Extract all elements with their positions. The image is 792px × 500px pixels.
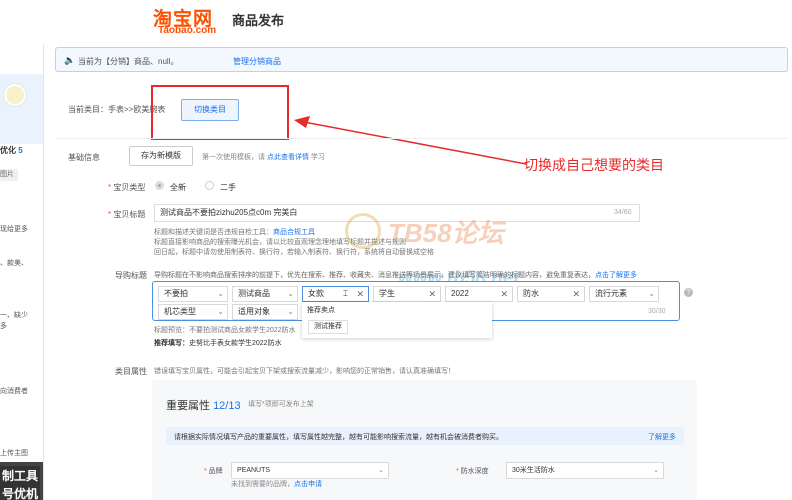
chevron-down-icon[interactable]: ⌄ (287, 287, 294, 301)
attributes-hint: 错误填写宝贝属性，可能会引起宝贝下架或搜索流量减少，影响您的正常销售，请认真准确… (154, 368, 455, 375)
radio-new-label: 全新 (170, 183, 186, 192)
sidebar-text-3: 一、缺少 (0, 312, 28, 319)
watermark-logo (345, 213, 381, 249)
title-char-count: 34/60 (614, 209, 632, 216)
help-icon[interactable]: ? (684, 288, 693, 297)
learn-more-link[interactable]: 点击了解更多 (595, 272, 637, 279)
chevron-down-icon[interactable]: ⌄ (648, 287, 655, 301)
clear-icon[interactable]: ✕ (428, 287, 436, 301)
dropdown-item[interactable]: 测试推荐 (308, 320, 348, 334)
template-detail-link[interactable]: 点此查看详情 (267, 154, 309, 161)
sidebar-text-2: 、款美、 (0, 260, 28, 267)
sidebar-text-5: 向消费者 (0, 388, 28, 395)
guide-title-help: 导购标题在不影响商品搜索排序的前提下，优先在搜索、推荐、收藏夹、消息推送等场景展… (154, 272, 637, 279)
chevron-down-icon[interactable]: ⌄ (378, 463, 384, 478)
recommended-title: 推荐填写：史努比手表女款学生2022防水 (154, 340, 282, 347)
dropdown-title: 推荐卖点 (307, 307, 335, 314)
brand-missing-hint: 未找到需要的品牌，点击申请 (231, 481, 322, 488)
attributes-title: 重要属性 12/13 (166, 400, 241, 412)
manage-distribution-link[interactable]: 管理分销商品 (233, 56, 281, 67)
guide-chip-editing[interactable]: 女款 ⌶ ✕ (302, 286, 369, 302)
attributes-notice: 请根据实际情况填写产品的重要属性，填写属性越完整，越有可能影响搜索流量，越有机会… (166, 427, 684, 445)
radio-new[interactable] (155, 181, 164, 190)
attributes-learn-more-link[interactable]: 了解更多 (648, 432, 676, 442)
basic-info-label: 基础信息 (68, 153, 100, 162)
guide-title-label: 导购标题 (115, 271, 147, 280)
clear-icon[interactable]: ✕ (356, 287, 364, 301)
optimize-label: 优化 5 (0, 146, 23, 155)
image-tag[interactable]: 图片 (0, 169, 18, 181)
guide-char-count: 30/30 (648, 308, 666, 315)
clear-icon[interactable]: ✕ (500, 287, 508, 301)
top-header: 淘宝网 Taobao.com 商品发布 (0, 0, 792, 44)
guide-chip[interactable]: 测试商品 ⌄ (232, 286, 298, 302)
guide-chip[interactable]: 2022 ✕ (445, 286, 513, 302)
chevron-down-icon[interactable]: ⌄ (217, 305, 224, 319)
taobao-logo-en: Taobao.com (158, 25, 217, 36)
radio-used[interactable] (205, 181, 214, 190)
important-attributes-panel: 重要属性 12/13 填写*项即可发布上架 请根据实际情况填写产品的重要属性，填… (152, 380, 697, 500)
watermark-text: TB58论坛 (388, 218, 504, 248)
lightbulb-icon (4, 84, 26, 106)
page-title: 商品发布 (232, 13, 285, 28)
radio-used-label: 二手 (220, 183, 236, 192)
guide-chip[interactable]: 防水 ✕ (517, 286, 585, 302)
optimize-card (0, 74, 43, 144)
template-hint: 第一次使用模板，请 点此查看详情 学习 (202, 154, 325, 161)
upload-main-image-label[interactable]: 上传主图 (0, 448, 28, 458)
chevron-down-icon[interactable]: ⌄ (653, 463, 659, 478)
guide-chip[interactable]: 流行元素 ⌄ (589, 286, 659, 302)
sidebar-text-4: 多 (0, 323, 7, 330)
baby-title-label: * 宝贝标题 (108, 210, 146, 219)
chevron-down-icon[interactable]: ⌄ (287, 305, 294, 319)
left-sidebar: 优化 5 图片 现给更多 、款美、 一、缺少 多 向消费者 上传主图 制工具 号… (0, 44, 44, 500)
compliance-tool-link[interactable]: 商品合规工具 (273, 229, 315, 236)
water-depth-label: * 防水深度 (456, 468, 489, 475)
water-depth-select[interactable]: 30米生活防水 ⌄ (506, 462, 664, 479)
apply-brand-link[interactable]: 点击申请 (294, 481, 322, 488)
title-preview: 标题预览：不要拍测试商品女款学生2022防水 (154, 327, 296, 334)
suggestion-dropdown: 推荐卖点 测试推荐 (302, 302, 492, 338)
chevron-down-icon[interactable]: ⌄ (217, 287, 224, 301)
notice-text: 当前为【分销】商品、null。 (78, 57, 179, 66)
save-template-button[interactable]: 存为新模版 (129, 146, 193, 166)
brand-select[interactable]: PEANUTS ⌄ (231, 462, 389, 479)
sidebar-text-1: 现给更多 (0, 226, 28, 233)
section-divider (55, 138, 788, 139)
speaker-icon: 🔈 (64, 55, 76, 65)
brand-label: * 品牌 (204, 468, 223, 475)
sidebar-badge-2: 号优机 (0, 484, 41, 500)
sidebar-badge-1: 制工具 (0, 466, 41, 485)
clear-icon[interactable]: ✕ (572, 287, 580, 301)
baby-type-label: * 宝贝类型 (108, 183, 146, 192)
attributes-subtitle: 填写*项即可发布上架 (248, 401, 314, 408)
distribution-notice: 🔈 当前为【分销】商品、null。 管理分销商品 (55, 47, 788, 72)
guide-chip[interactable]: 学生 ✕ (373, 286, 441, 302)
guide-chip[interactable]: 适用对象 ⌄ (232, 304, 298, 320)
annotation-text: 切换成自己想要的类目 (524, 157, 664, 173)
guide-chip[interactable]: 机芯类型 ⌄ (158, 304, 228, 320)
attributes-label: 类目属性 (115, 367, 147, 376)
title-help-1: 标题和描述关键词是否违规自检工具：商品合规工具 (154, 229, 315, 236)
guide-chip[interactable]: 不要拍 ⌄ (158, 286, 228, 302)
highlight-box (151, 85, 289, 140)
